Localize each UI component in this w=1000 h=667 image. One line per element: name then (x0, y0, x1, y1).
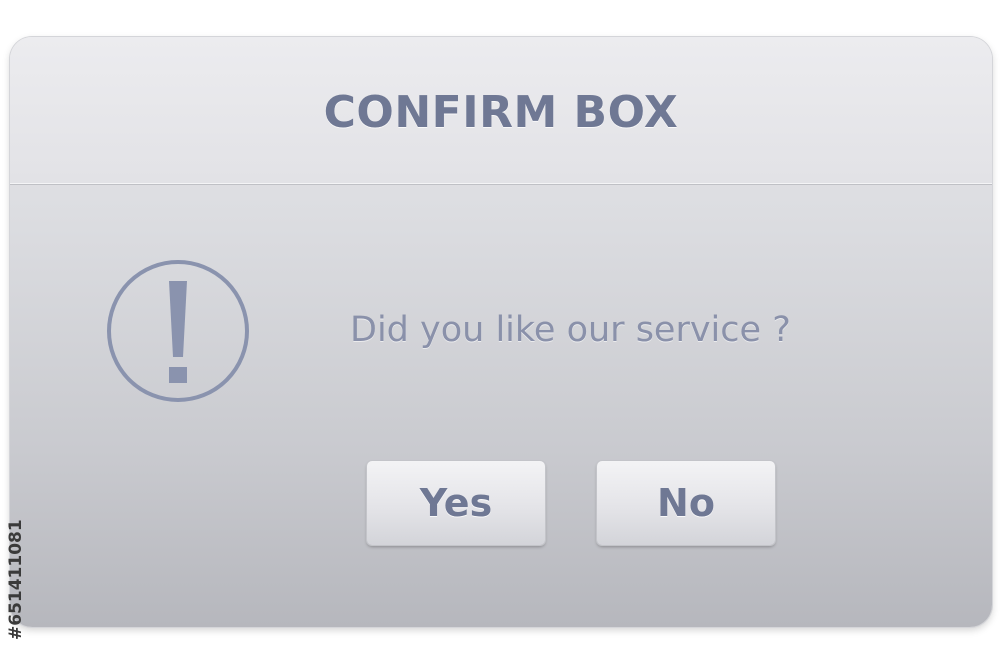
dialog-title: CONFIRM BOX (323, 87, 679, 138)
yes-button[interactable]: Yes (367, 461, 545, 545)
dialog-header: CONFIRM BOX (10, 37, 992, 184)
exclamation-circle-icon (107, 260, 249, 402)
stock-image-id: #651411081 (6, 519, 26, 640)
dialog-message: Did you like our service ? (350, 310, 791, 350)
screen: CONFIRM BOX Did you like our service ? Y… (0, 0, 1000, 667)
confirm-dialog: CONFIRM BOX Did you like our service ? Y… (10, 37, 992, 627)
no-button[interactable]: No (597, 461, 775, 545)
